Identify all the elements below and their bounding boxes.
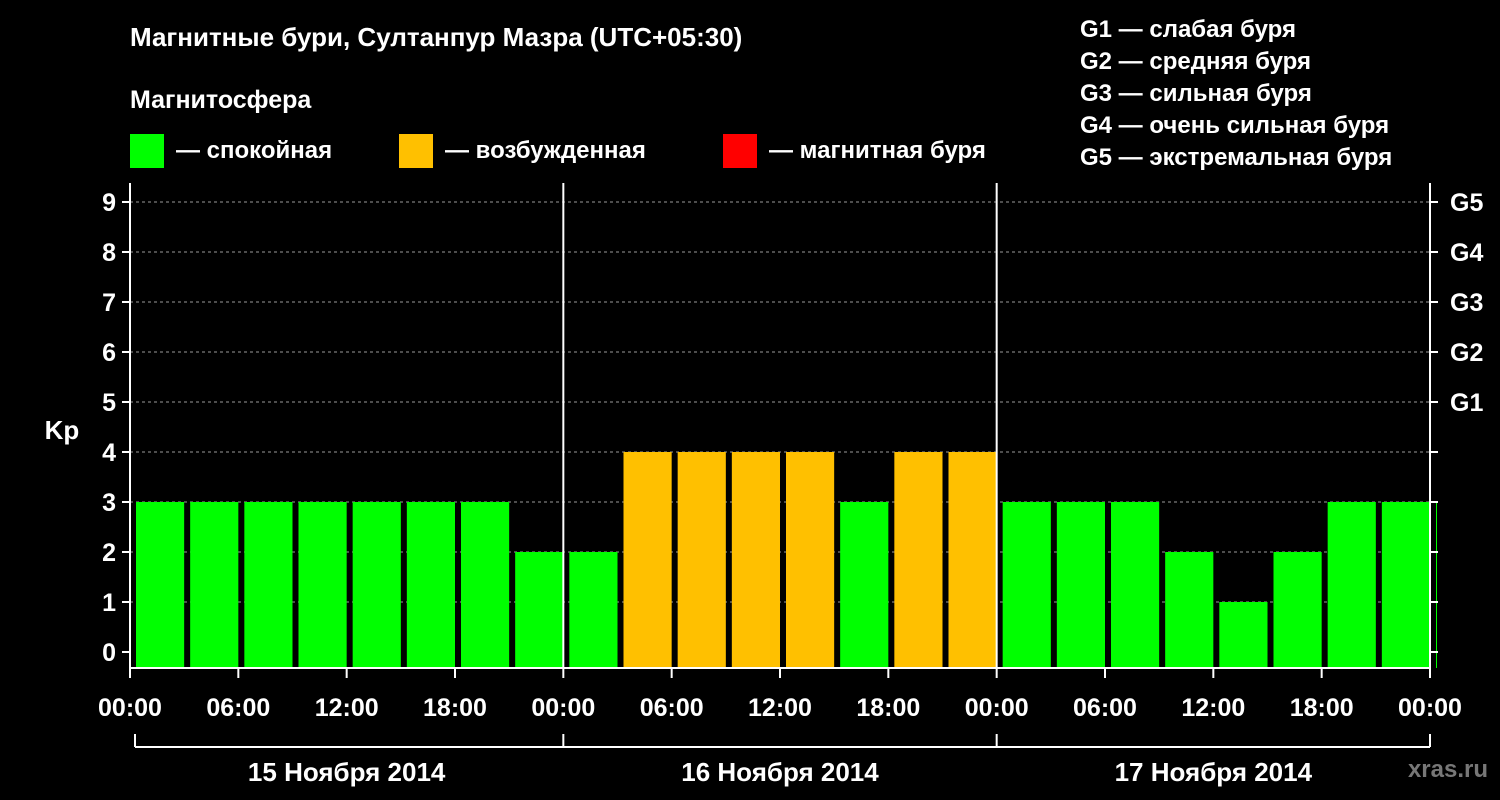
x-tick-label: 00:00 xyxy=(965,694,1029,722)
kp-bar xyxy=(461,502,510,668)
y-tick-label: 2 xyxy=(102,539,116,567)
storm-level-g2: G2 — средняя буря xyxy=(1080,48,1311,75)
y-tick-label: 0 xyxy=(102,639,116,667)
x-tick-label: 12:00 xyxy=(315,694,379,722)
x-tick-label: 06:00 xyxy=(1073,694,1137,722)
kp-bar xyxy=(948,452,997,668)
kp-bar xyxy=(731,452,780,668)
legend-quiet: — спокойная xyxy=(130,134,332,168)
day-label: 15 Ноября 2014 xyxy=(248,757,446,787)
y-tick-label: 8 xyxy=(102,239,116,267)
kp-bar xyxy=(786,452,835,668)
x-tick-label: 06:00 xyxy=(206,694,270,722)
day-label: 16 Ноября 2014 xyxy=(681,757,879,787)
legend-quiet-label: — спокойная xyxy=(176,137,333,164)
x-tick-label: 12:00 xyxy=(1181,694,1245,722)
kp-bar xyxy=(1381,502,1430,668)
storm-level-g5: G5 — экстремальная буря xyxy=(1080,144,1393,171)
y-tick-label: 5 xyxy=(102,389,116,417)
kp-bar xyxy=(136,502,185,668)
legend-title: Магнитосфера xyxy=(130,86,312,114)
y-tick-label: 3 xyxy=(102,489,116,517)
kp-bar xyxy=(840,502,889,668)
kp-bar xyxy=(1165,552,1214,668)
x-tick-label: 00:00 xyxy=(531,694,595,722)
kp-bar xyxy=(406,502,455,668)
legend-storm-label: — магнитная буря xyxy=(769,137,986,164)
kp-bar xyxy=(623,452,672,668)
kp-bar xyxy=(1056,502,1105,668)
y-tick-label: 4 xyxy=(102,439,116,467)
x-tick-label: 18:00 xyxy=(1290,694,1354,722)
g-level-label: G2 xyxy=(1450,339,1483,367)
kp-bar xyxy=(190,502,239,668)
y-tick-label: 9 xyxy=(102,189,116,217)
x-tick-label: 00:00 xyxy=(1398,694,1462,722)
kp-bar xyxy=(569,552,618,668)
y-tick-label: 7 xyxy=(102,289,116,317)
g-level-label: G3 xyxy=(1450,289,1483,317)
kp-bar xyxy=(515,552,564,668)
g-level-label: G5 xyxy=(1450,189,1483,217)
legend-active-swatch xyxy=(399,134,433,168)
day-label: 17 Ноября 2014 xyxy=(1115,757,1313,787)
chart-title: Магнитные бури, Султанпур Мазра (UTC+05:… xyxy=(130,22,743,52)
kp-bar xyxy=(1219,602,1268,668)
kp-bar xyxy=(298,502,347,668)
g-level-label: G4 xyxy=(1450,239,1483,267)
x-tick-label: 00:00 xyxy=(98,694,162,722)
watermark: xras.ru xyxy=(1407,756,1488,783)
kp-bar xyxy=(244,502,293,668)
kp-bar xyxy=(1436,502,1437,668)
x-tick-label: 18:00 xyxy=(856,694,920,722)
x-tick-label: 18:00 xyxy=(423,694,487,722)
y-tick-label: 1 xyxy=(102,589,116,617)
kp-bar xyxy=(352,502,401,668)
legend-storm-swatch xyxy=(723,134,757,168)
kp-bar xyxy=(1327,502,1376,668)
kp-bar xyxy=(1002,502,1051,668)
kp-bar xyxy=(1273,552,1322,668)
storm-level-g1: G1 — слабая буря xyxy=(1080,16,1297,43)
legend-storm: — магнитная буря xyxy=(723,134,986,168)
storm-level-g4: G4 — очень сильная буря xyxy=(1080,112,1390,139)
legend-active-label: — возбужденная xyxy=(445,137,646,164)
y-axis-label: Kp xyxy=(45,415,80,445)
kp-bar xyxy=(677,452,726,668)
kp-bar xyxy=(1111,502,1160,668)
kp-bar xyxy=(894,452,943,668)
legend-quiet-swatch xyxy=(130,134,164,168)
legend-active: — возбужденная xyxy=(399,134,646,168)
x-tick-label: 06:00 xyxy=(640,694,704,722)
x-tick-label: 12:00 xyxy=(748,694,812,722)
y-tick-label: 6 xyxy=(102,339,116,367)
storm-level-legend: G1 — слабая буря G2 — средняя буря G3 — … xyxy=(1080,14,1392,174)
storm-level-g3: G3 — сильная буря xyxy=(1080,80,1312,107)
g-level-label: G1 xyxy=(1450,389,1483,417)
